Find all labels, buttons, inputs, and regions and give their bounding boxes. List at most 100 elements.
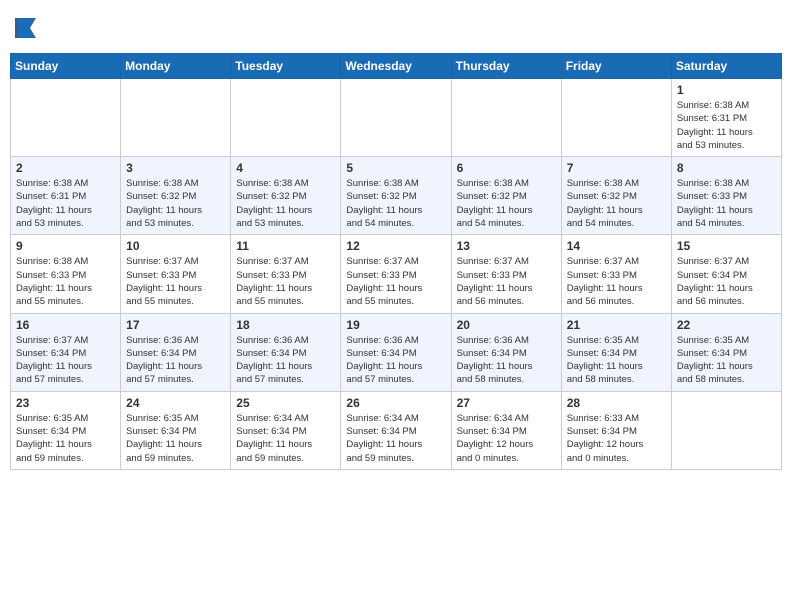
- weekday-header-thursday: Thursday: [451, 54, 561, 79]
- day-number: 7: [567, 161, 666, 175]
- calendar-cell: 28Sunrise: 6:33 AM Sunset: 6:34 PM Dayli…: [561, 391, 671, 469]
- day-info: Sunrise: 6:37 AM Sunset: 6:33 PM Dayligh…: [457, 255, 556, 308]
- calendar-cell: 7 Sunrise: 6:38 AM Sunset: 6:32 PM Daylig…: [561, 157, 671, 235]
- weekday-header-monday: Monday: [121, 54, 231, 79]
- calendar-cell: [561, 79, 671, 157]
- calendar-table: SundayMondayTuesdayWednesdayThursdayFrid…: [10, 53, 782, 470]
- day-info: Sunrise: 6:34 AM Sunset: 6:34 PM Dayligh…: [457, 412, 556, 465]
- day-number: 10: [126, 239, 225, 253]
- day-number: 13: [457, 239, 556, 253]
- calendar-cell: 27 Sunrise: 6:34 AM Sunset: 6:34 PM Dayli…: [451, 391, 561, 469]
- day-info: Sunrise: 6:36 AM Sunset: 6:34 PM Dayligh…: [126, 334, 225, 387]
- day-info: Sunrise: 6:38 AM Sunset: 6:33 PM Dayligh…: [677, 177, 776, 230]
- calendar-cell: 12 Sunrise: 6:37 AM Sunset: 6:33 PM Dayli…: [341, 235, 451, 313]
- day-info: Sunrise: 6:37 AM Sunset: 6:33 PM Dayligh…: [236, 255, 335, 308]
- day-number: 8: [677, 161, 776, 175]
- weekday-header-tuesday: Tuesday: [231, 54, 341, 79]
- day-number: 22: [677, 318, 776, 332]
- day-number: 4: [236, 161, 335, 175]
- calendar-cell: 4 Sunrise: 6:38 AM Sunset: 6:32 PM Daylig…: [231, 157, 341, 235]
- calendar-cell: 22 Sunrise: 6:35 AM Sunset: 6:34 PM Dayli…: [671, 313, 781, 391]
- weekday-header-saturday: Saturday: [671, 54, 781, 79]
- calendar-cell: 17 Sunrise: 6:36 AM Sunset: 6:34 PM Dayli…: [121, 313, 231, 391]
- day-number: 11: [236, 239, 335, 253]
- day-number: 26: [346, 396, 445, 410]
- calendar-week-row: 9 Sunrise: 6:38 AM Sunset: 6:33 PM Daylig…: [11, 235, 782, 313]
- calendar-week-row: 2 Sunrise: 6:38 AM Sunset: 6:31 PM Daylig…: [11, 157, 782, 235]
- day-info: Sunrise: 6:36 AM Sunset: 6:34 PM Dayligh…: [236, 334, 335, 387]
- day-info: Sunrise: 6:37 AM Sunset: 6:33 PM Dayligh…: [346, 255, 445, 308]
- calendar-header-row: SundayMondayTuesdayWednesdayThursdayFrid…: [11, 54, 782, 79]
- calendar-cell: 18 Sunrise: 6:36 AM Sunset: 6:34 PM Dayli…: [231, 313, 341, 391]
- day-number: 14: [567, 239, 666, 253]
- day-number: 27: [457, 396, 556, 410]
- calendar-cell: 5 Sunrise: 6:38 AM Sunset: 6:32 PM Daylig…: [341, 157, 451, 235]
- calendar-week-row: 1 Sunrise: 6:38 AM Sunset: 6:31 PM Daylig…: [11, 79, 782, 157]
- day-info: Sunrise: 6:35 AM Sunset: 6:34 PM Dayligh…: [16, 412, 115, 465]
- day-info: Sunrise: 6:38 AM Sunset: 6:32 PM Dayligh…: [457, 177, 556, 230]
- calendar-cell: 1 Sunrise: 6:38 AM Sunset: 6:31 PM Daylig…: [671, 79, 781, 157]
- calendar-cell: 11 Sunrise: 6:37 AM Sunset: 6:33 PM Dayli…: [231, 235, 341, 313]
- day-info: Sunrise: 6:38 AM Sunset: 6:31 PM Dayligh…: [677, 99, 776, 152]
- day-number: 2: [16, 161, 115, 175]
- logo: [10, 14, 40, 47]
- day-number: 18: [236, 318, 335, 332]
- day-info: Sunrise: 6:36 AM Sunset: 6:34 PM Dayligh…: [346, 334, 445, 387]
- day-info: Sunrise: 6:35 AM Sunset: 6:34 PM Dayligh…: [677, 334, 776, 387]
- calendar-cell: 26 Sunrise: 6:34 AM Sunset: 6:34 PM Dayli…: [341, 391, 451, 469]
- day-number: 15: [677, 239, 776, 253]
- day-info: Sunrise: 6:37 AM Sunset: 6:34 PM Dayligh…: [16, 334, 115, 387]
- day-number: 20: [457, 318, 556, 332]
- calendar-cell: 3Sunrise: 6:38 AM Sunset: 6:32 PM Daylig…: [121, 157, 231, 235]
- calendar-week-row: 23Sunrise: 6:35 AM Sunset: 6:34 PM Dayli…: [11, 391, 782, 469]
- calendar-cell: [671, 391, 781, 469]
- day-info: Sunrise: 6:36 AM Sunset: 6:34 PM Dayligh…: [457, 334, 556, 387]
- day-info: Sunrise: 6:34 AM Sunset: 6:34 PM Dayligh…: [346, 412, 445, 465]
- calendar-cell: 20 Sunrise: 6:36 AM Sunset: 6:34 PM Dayli…: [451, 313, 561, 391]
- weekday-header-sunday: Sunday: [11, 54, 121, 79]
- day-info: Sunrise: 6:35 AM Sunset: 6:34 PM Dayligh…: [126, 412, 225, 465]
- day-number: 1: [677, 83, 776, 97]
- calendar-week-row: 16 Sunrise: 6:37 AM Sunset: 6:34 PM Dayli…: [11, 313, 782, 391]
- calendar-cell: 25Sunrise: 6:34 AM Sunset: 6:34 PM Dayli…: [231, 391, 341, 469]
- day-info: Sunrise: 6:38 AM Sunset: 6:33 PM Dayligh…: [16, 255, 115, 308]
- calendar-cell: 6 Sunrise: 6:38 AM Sunset: 6:32 PM Daylig…: [451, 157, 561, 235]
- day-number: 3: [126, 161, 225, 175]
- calendar-cell: [341, 79, 451, 157]
- day-info: Sunrise: 6:35 AM Sunset: 6:34 PM Dayligh…: [567, 334, 666, 387]
- day-info: Sunrise: 6:37 AM Sunset: 6:33 PM Dayligh…: [567, 255, 666, 308]
- day-number: 16: [16, 318, 115, 332]
- calendar-cell: 15 Sunrise: 6:37 AM Sunset: 6:34 PM Dayli…: [671, 235, 781, 313]
- day-number: 25: [236, 396, 335, 410]
- day-info: Sunrise: 6:38 AM Sunset: 6:31 PM Dayligh…: [16, 177, 115, 230]
- day-number: 21: [567, 318, 666, 332]
- page-header: [10, 10, 782, 47]
- day-info: Sunrise: 6:38 AM Sunset: 6:32 PM Dayligh…: [346, 177, 445, 230]
- logo-icon: [12, 14, 40, 42]
- day-info: Sunrise: 6:38 AM Sunset: 6:32 PM Dayligh…: [236, 177, 335, 230]
- weekday-header-friday: Friday: [561, 54, 671, 79]
- calendar-cell: 2 Sunrise: 6:38 AM Sunset: 6:31 PM Daylig…: [11, 157, 121, 235]
- calendar-cell: [451, 79, 561, 157]
- day-number: 19: [346, 318, 445, 332]
- calendar-cell: 14 Sunrise: 6:37 AM Sunset: 6:33 PM Dayli…: [561, 235, 671, 313]
- day-number: 5: [346, 161, 445, 175]
- calendar-cell: 16 Sunrise: 6:37 AM Sunset: 6:34 PM Dayli…: [11, 313, 121, 391]
- day-number: 6: [457, 161, 556, 175]
- calendar-cell: 10Sunrise: 6:37 AM Sunset: 6:33 PM Dayli…: [121, 235, 231, 313]
- calendar-cell: [121, 79, 231, 157]
- day-info: Sunrise: 6:38 AM Sunset: 6:32 PM Dayligh…: [567, 177, 666, 230]
- calendar-cell: 9 Sunrise: 6:38 AM Sunset: 6:33 PM Daylig…: [11, 235, 121, 313]
- calendar-cell: 24Sunrise: 6:35 AM Sunset: 6:34 PM Dayli…: [121, 391, 231, 469]
- calendar-cell: 8 Sunrise: 6:38 AM Sunset: 6:33 PM Daylig…: [671, 157, 781, 235]
- day-info: Sunrise: 6:37 AM Sunset: 6:34 PM Dayligh…: [677, 255, 776, 308]
- day-number: 9: [16, 239, 115, 253]
- day-number: 17: [126, 318, 225, 332]
- day-number: 12: [346, 239, 445, 253]
- calendar-cell: [231, 79, 341, 157]
- calendar-cell: 21 Sunrise: 6:35 AM Sunset: 6:34 PM Dayli…: [561, 313, 671, 391]
- day-number: 28: [567, 396, 666, 410]
- weekday-header-wednesday: Wednesday: [341, 54, 451, 79]
- calendar-cell: [11, 79, 121, 157]
- calendar-cell: 19 Sunrise: 6:36 AM Sunset: 6:34 PM Dayli…: [341, 313, 451, 391]
